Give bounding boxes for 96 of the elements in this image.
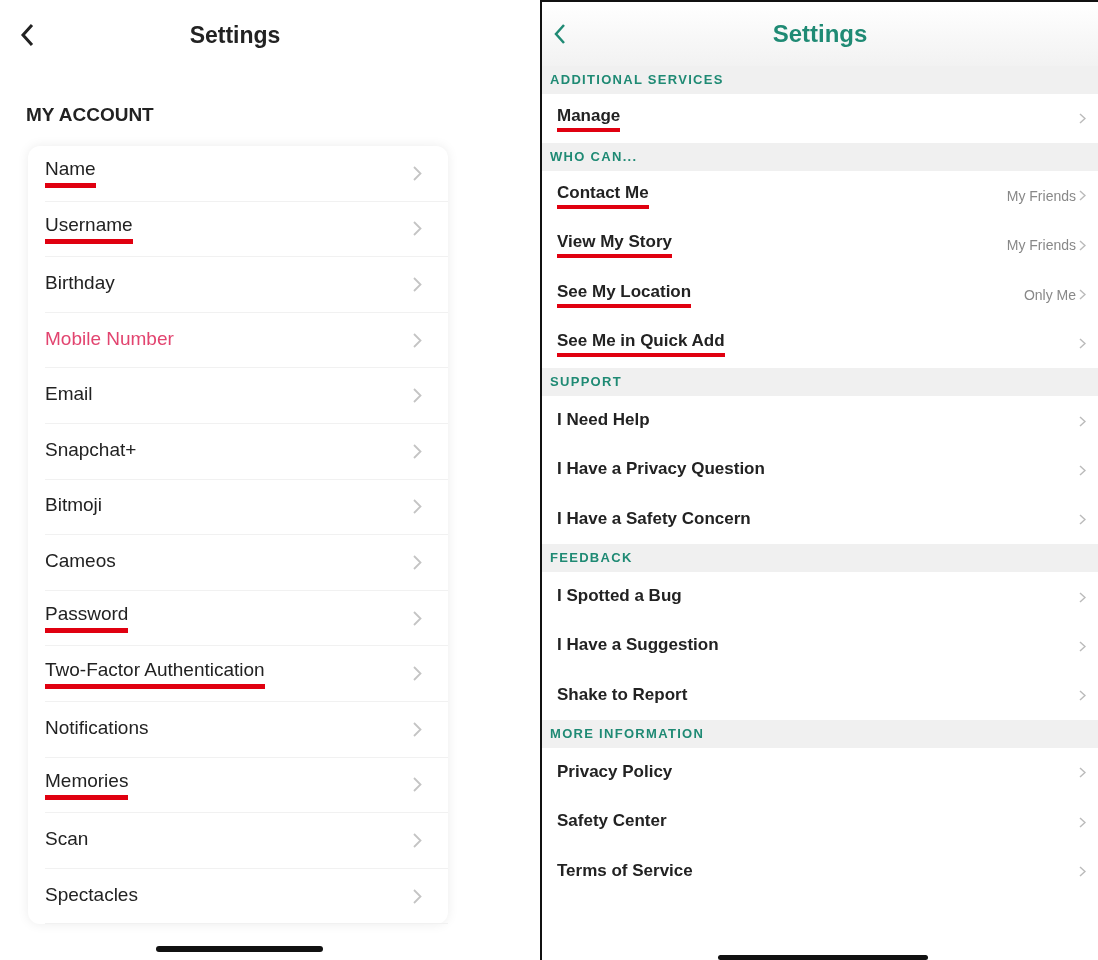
item-label: Terms of Service xyxy=(557,860,693,882)
item-label: Birthday xyxy=(45,272,115,295)
item-label: Contact Me xyxy=(557,182,649,209)
chevron-icon xyxy=(1079,190,1086,202)
settings-item[interactable]: Birthday xyxy=(45,257,448,313)
settings-item[interactable]: Password xyxy=(45,590,448,647)
settings-item[interactable]: I Spotted a Bug xyxy=(542,572,1098,622)
item-label: Scan xyxy=(45,827,89,851)
settings-item[interactable]: See Me in Quick Add xyxy=(542,319,1098,369)
settings-item[interactable]: Notifications xyxy=(45,701,448,758)
chevron-icon xyxy=(413,165,422,181)
chevron-icon xyxy=(413,443,422,459)
chevron-icon xyxy=(1079,464,1086,476)
item-label: I Have a Privacy Question xyxy=(557,459,765,481)
section-heading: ADDITIONAL SERVICES xyxy=(542,66,1098,94)
chevron-icon xyxy=(1079,239,1086,251)
settings-item[interactable]: Mobile Number xyxy=(45,312,448,369)
chevron-icon xyxy=(413,499,422,515)
settings-item[interactable]: See My Location Only Me xyxy=(542,269,1098,320)
chevron-icon xyxy=(1079,690,1086,702)
chevron-icon xyxy=(1079,866,1086,877)
settings-item[interactable]: Safety Center xyxy=(542,797,1098,847)
settings-item[interactable]: Contact Me My Friends xyxy=(542,171,1098,221)
item-label: Bitmoji xyxy=(45,494,102,518)
settings-item[interactable]: Email xyxy=(45,368,448,424)
chevron-icon xyxy=(1079,591,1086,603)
chevron-icon xyxy=(413,832,422,848)
settings-item[interactable]: View My Story My Friends xyxy=(542,220,1098,270)
settings-item[interactable]: Scan xyxy=(45,813,448,869)
settings-item[interactable]: Shake to Report xyxy=(542,670,1098,721)
chevron-icon xyxy=(413,554,422,570)
chevron-icon xyxy=(1079,415,1086,427)
item-label: See Me in Quick Add xyxy=(557,330,725,357)
item-label: Mobile Number xyxy=(45,327,174,351)
item-label: Cameos xyxy=(45,549,116,573)
item-label: I Need Help xyxy=(557,410,650,432)
chevron-icon xyxy=(1079,640,1086,652)
section-heading: MY ACCOUNT xyxy=(25,103,155,127)
chevron-icon xyxy=(1079,514,1086,526)
chevron-icon xyxy=(413,388,422,404)
settings-item[interactable]: Snapchat+ xyxy=(45,423,448,480)
chevron-icon xyxy=(413,332,422,348)
item-value: My Friends xyxy=(1006,187,1076,204)
item-value: My Friends xyxy=(1006,237,1076,254)
chevron-icon xyxy=(1079,816,1086,828)
chevron-icon xyxy=(1079,289,1086,301)
chevron-icon xyxy=(1079,767,1086,779)
section-heading: MORE INFORMATION xyxy=(542,720,1098,749)
item-label: Username xyxy=(45,213,133,244)
item-label: Safety Center xyxy=(557,811,667,833)
item-label: View My Story xyxy=(557,232,672,259)
settings-item[interactable]: Bitmoji xyxy=(45,479,448,536)
item-label: Manage xyxy=(557,105,621,132)
screen-title: Settings xyxy=(189,21,281,49)
section-heading: FEEDBACK xyxy=(542,544,1098,573)
item-label: I Have a Safety Concern xyxy=(557,508,751,530)
chevron-icon xyxy=(413,277,422,292)
item-label: Spectacles xyxy=(45,883,138,907)
settings-item[interactable]: Cameos xyxy=(45,535,448,591)
item-label: Shake to Report xyxy=(557,684,688,706)
chevron-icon xyxy=(413,610,422,626)
section-heading: WHO CAN... xyxy=(542,143,1098,172)
section-heading: SUPPORT xyxy=(542,368,1098,397)
settings-item[interactable]: I Have a Suggestion xyxy=(542,621,1098,671)
settings-item[interactable]: Manage xyxy=(542,94,1098,144)
settings-item[interactable]: Two-Factor Authentication xyxy=(45,646,448,702)
item-label: I Have a Suggestion xyxy=(557,635,719,657)
settings-item[interactable]: Name xyxy=(45,146,448,202)
item-label: Privacy Policy xyxy=(557,761,673,783)
item-label: Memories xyxy=(45,769,129,800)
chevron-icon xyxy=(413,888,422,904)
item-label: Two-Factor Authentication xyxy=(45,658,265,689)
chevron-icon xyxy=(1079,338,1086,350)
settings-item[interactable]: Memories xyxy=(45,757,448,814)
item-label: Snapchat+ xyxy=(45,438,137,462)
item-label: Password xyxy=(45,603,129,634)
item-label: I Spotted a Bug xyxy=(557,586,682,607)
item-label: Notifications xyxy=(45,716,149,740)
chevron-icon xyxy=(1079,113,1086,125)
settings-item[interactable]: Spectacles xyxy=(45,868,448,925)
chevron-icon xyxy=(413,221,422,237)
settings-item[interactable]: I Need Help xyxy=(542,396,1098,446)
item-label: Email xyxy=(45,383,93,407)
settings-item[interactable]: Terms of Service xyxy=(542,846,1098,897)
item-value: Only Me xyxy=(1023,286,1076,303)
chevron-icon xyxy=(413,777,422,793)
item-label: Name xyxy=(45,158,96,189)
screen-title: Settings xyxy=(772,20,868,48)
settings-item[interactable]: Privacy Policy xyxy=(542,748,1098,798)
chevron-icon xyxy=(413,721,422,737)
chevron-icon xyxy=(413,666,422,682)
settings-item[interactable]: I Have a Privacy Question xyxy=(542,445,1098,496)
back-icon[interactable] xyxy=(20,23,34,47)
settings-item[interactable]: Username xyxy=(45,201,448,258)
item-label: See My Location xyxy=(557,281,692,308)
settings-item[interactable]: I Have a Safety Concern xyxy=(542,495,1098,545)
